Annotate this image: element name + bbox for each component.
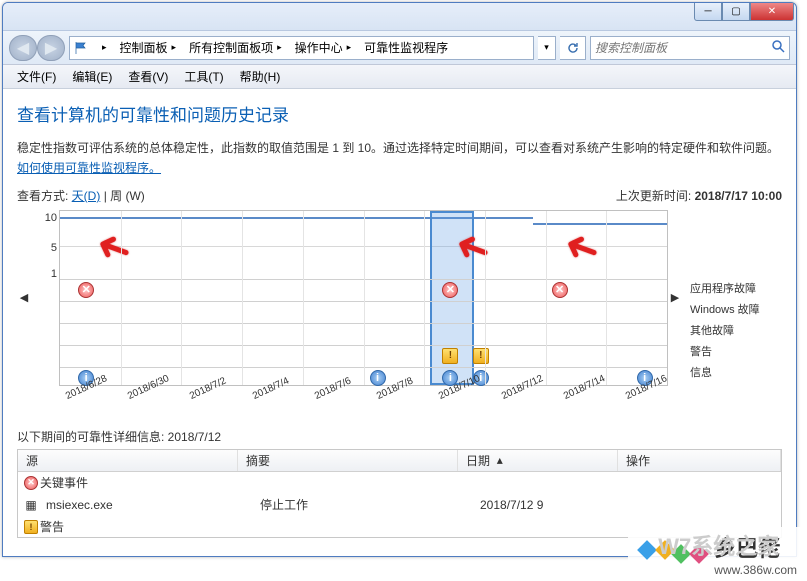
flag-icon <box>70 41 92 55</box>
maximize-button[interactable]: ▢ <box>722 3 750 21</box>
view-day-link[interactable]: 天(D) <box>72 189 101 203</box>
menu-bar: 文件(F) 编辑(E) 查看(V) 工具(T) 帮助(H) <box>3 65 796 89</box>
info-icon[interactable]: i <box>370 370 386 386</box>
table-header[interactable]: 源 摘要 日期 ▴ 操作 <box>18 450 781 472</box>
minimize-button[interactable]: ─ <box>694 3 722 21</box>
help-link[interactable]: 如何使用可靠性监视程序。 <box>17 161 161 175</box>
menu-view[interactable]: 查看(V) <box>120 66 176 87</box>
breadcrumb-item[interactable]: 控制面板▸ <box>114 37 184 59</box>
warning-icon: ! <box>22 520 40 534</box>
table-row[interactable]: ▦ msiexec.exe 停止工作 2018/7/12 9 <box>18 494 781 516</box>
search-input[interactable] <box>595 41 771 55</box>
menu-edit[interactable]: 编辑(E) <box>64 66 120 87</box>
refresh-button[interactable] <box>560 36 586 60</box>
error-icon: ✕ <box>22 476 40 490</box>
nav-buttons: ◀ ▶ <box>9 35 65 61</box>
details-header: 以下期间的可靠性详细信息: 2018/7/12 <box>17 428 782 445</box>
reliability-chart[interactable]: ✕ ✕ ✕ ! ! i i i i i ➜ <box>59 210 668 386</box>
search-box[interactable] <box>590 36 790 60</box>
menu-file[interactable]: 文件(F) <box>9 66 64 87</box>
view-mode: 查看方式: 天(D) | 周 (W) <box>17 187 145 204</box>
col-date[interactable]: 日期 ▴ <box>458 450 618 471</box>
forward-button[interactable]: ▶ <box>37 35 65 61</box>
error-icon[interactable]: ✕ <box>78 282 94 298</box>
scroll-right[interactable]: ▶ <box>668 210 682 386</box>
col-summary[interactable]: 摘要 <box>238 450 458 471</box>
annotation-arrow: ➜ <box>556 220 606 278</box>
titlebar[interactable]: ─ ▢ ✕ <box>3 3 796 31</box>
error-icon[interactable]: ✕ <box>552 282 568 298</box>
address-bar: ◀ ▶ ▸ 控制面板▸ 所有控制面板项▸ 操作中心▸ 可靠性监视程序 ▾ <box>3 31 796 65</box>
page-description: 稳定性指数可评估系统的总体稳定性，此指数的取值范围是 1 到 10。通过选择特定… <box>17 138 782 179</box>
window-frame: ─ ▢ ✕ ◀ ▶ ▸ 控制面板▸ 所有控制面板项▸ 操作中心▸ 可靠性监视程序… <box>2 2 797 557</box>
menu-tools[interactable]: 工具(T) <box>176 66 231 87</box>
window-controls: ─ ▢ ✕ <box>694 3 794 21</box>
group-critical[interactable]: ✕ 关键事件 <box>18 472 781 494</box>
watermark: W7系统之家 乡巴佬 www.386w.com <box>628 527 807 581</box>
annotation-arrow: ➜ <box>89 220 139 278</box>
scroll-left[interactable]: ◀ <box>17 210 31 386</box>
warning-icon[interactable]: ! <box>442 348 458 364</box>
error-icon[interactable]: ✕ <box>442 282 458 298</box>
col-source[interactable]: 源 <box>18 450 238 471</box>
breadcrumb-item[interactable]: 可靠性监视程序 <box>358 37 455 59</box>
breadcrumb-item[interactable]: ▸ <box>92 37 114 59</box>
breadcrumb-item[interactable]: 所有控制面板项▸ <box>183 37 289 59</box>
breadcrumb-item[interactable]: 操作中心▸ <box>289 37 359 59</box>
row-labels: 应用程序故障 Windows 故障 其他故障 警告 信息 <box>682 210 782 386</box>
menu-help[interactable]: 帮助(H) <box>232 66 289 87</box>
close-button[interactable]: ✕ <box>750 3 794 21</box>
app-icon: ▦ <box>22 498 40 512</box>
view-row: 查看方式: 天(D) | 周 (W) 上次更新时间: 2018/7/17 10:… <box>17 187 782 204</box>
x-axis: 2018/6/28 2018/6/30 2018/7/2 2018/7/4 20… <box>45 386 668 416</box>
warning-icon[interactable]: ! <box>473 348 489 364</box>
back-button[interactable]: ◀ <box>9 35 37 61</box>
view-week-link[interactable]: 周 (W) <box>110 189 145 203</box>
trend-line <box>533 223 667 225</box>
col-action[interactable]: 操作 <box>618 450 781 471</box>
address-dropdown[interactable]: ▾ <box>538 36 556 60</box>
sort-indicator: ▴ <box>497 453 503 467</box>
page-title: 查看计算机的可靠性和问题历史记录 <box>17 101 782 126</box>
content-area: 查看计算机的可靠性和问题历史记录 稳定性指数可评估系统的总体稳定性，此指数的取值… <box>3 89 796 554</box>
details-table: 源 摘要 日期 ▴ 操作 ✕ 关键事件 ▦ msiexec.exe 停止工作 2… <box>17 449 782 538</box>
search-icon[interactable] <box>771 39 785 56</box>
last-update: 上次更新时间: 2018/7/17 10:00 <box>616 187 782 204</box>
breadcrumb[interactable]: ▸ 控制面板▸ 所有控制面板项▸ 操作中心▸ 可靠性监视程序 <box>69 36 534 60</box>
chart-container: ◀ 10 5 1 ✕ ✕ ✕ <box>17 210 782 386</box>
y-axis: 10 5 1 <box>31 210 59 386</box>
